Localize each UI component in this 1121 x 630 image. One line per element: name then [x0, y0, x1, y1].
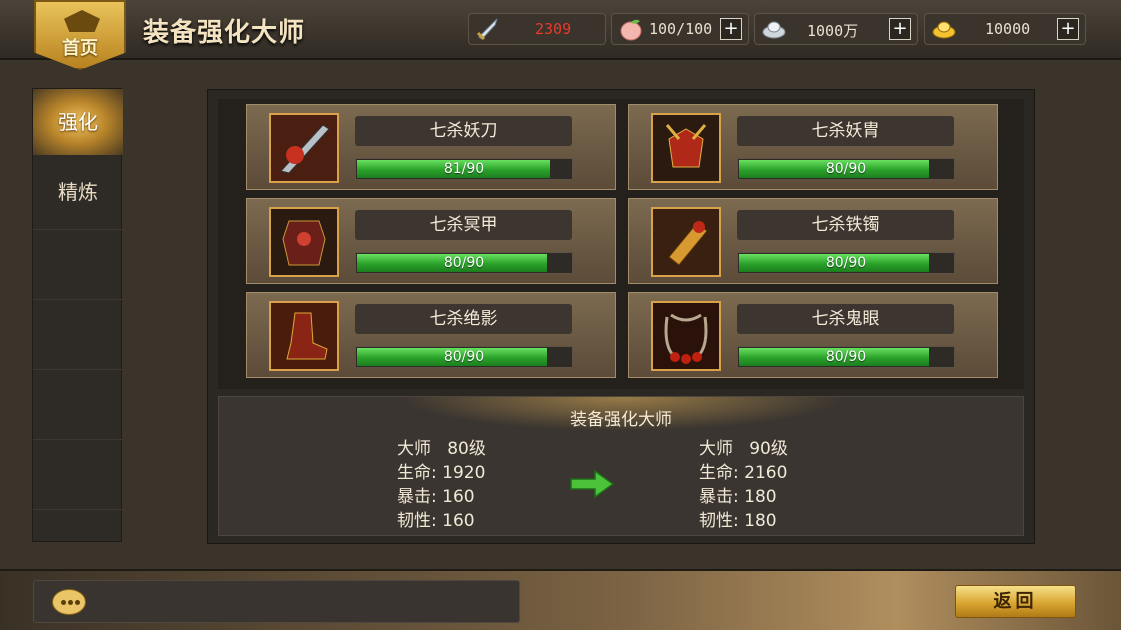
current-hp: 生命: 1920 — [397, 463, 486, 483]
master-title: 装备强化大师 — [570, 410, 672, 430]
home-label: 首页 — [62, 38, 98, 59]
sidebar-divider — [33, 299, 123, 300]
arrow-right-icon — [570, 469, 615, 499]
progress-text: 80/90 — [443, 255, 485, 271]
equipment-card-necklace[interactable]: 七杀鬼眼 80/90 — [628, 292, 998, 378]
chat-bubble-icon[interactable] — [52, 589, 86, 615]
tab-strengthen[interactable]: 强化 — [33, 89, 123, 155]
next-toughness: 韧性: 180 — [699, 511, 777, 531]
tab-refine[interactable]: 精炼 — [33, 159, 123, 225]
strength-progress-bar: 80/90 — [737, 252, 955, 274]
equipment-name: 七杀绝影 — [355, 304, 572, 334]
bracer-icon — [651, 207, 721, 277]
chat-input[interactable] — [33, 580, 520, 623]
back-button[interactable]: 返回 — [955, 585, 1076, 618]
current-crit: 暴击: 160 — [397, 487, 475, 507]
equipment-card-bracer[interactable]: 七杀铁镯 80/90 — [628, 198, 998, 284]
gold-display: 10000 + — [924, 13, 1086, 45]
armor-icon — [269, 207, 339, 277]
sidebar-divider — [33, 369, 123, 370]
progress-text: 81/90 — [443, 161, 485, 177]
equipment-card-saber[interactable]: 七杀妖刀 81/90 — [246, 104, 616, 190]
strength-progress-bar: 80/90 — [737, 346, 955, 368]
next-stats: 大师 90级 生命: 2160 暴击: 180 韧性: 180 — [699, 437, 788, 533]
boots-icon — [269, 301, 339, 371]
equipment-card-armor[interactable]: 七杀冥甲 80/90 — [246, 198, 616, 284]
combat-power-value: 2309 — [535, 20, 572, 38]
progress-text: 80/90 — [825, 349, 867, 365]
equipment-card-boots[interactable]: 七杀绝影 80/90 — [246, 292, 616, 378]
next-level: 大师 90级 — [699, 439, 788, 459]
equipment-name: 七杀铁镯 — [737, 210, 954, 240]
home-icon — [64, 10, 100, 32]
progress-text: 80/90 — [825, 161, 867, 177]
add-gold-button[interactable]: + — [1057, 18, 1079, 40]
gold-value: 10000 — [985, 20, 1031, 38]
add-silver-button[interactable]: + — [889, 18, 911, 40]
strength-progress-bar: 80/90 — [355, 252, 573, 274]
sidebar-divider — [33, 439, 123, 440]
equipment-name: 七杀鬼眼 — [737, 304, 954, 334]
master-panel: 装备强化大师 大师 80级 生命: 1920 暴击: 160 韧性: 160 大… — [218, 396, 1024, 536]
current-stats: 大师 80级 生命: 1920 暴击: 160 韧性: 160 — [397, 437, 486, 533]
helmet-icon — [651, 113, 721, 183]
peach-icon — [620, 19, 642, 41]
next-hp: 生命: 2160 — [699, 463, 788, 483]
progress-text: 80/90 — [443, 349, 485, 365]
equipment-name: 七杀妖刀 — [355, 116, 572, 146]
current-toughness: 韧性: 160 — [397, 511, 475, 531]
page-title: 装备强化大师 — [143, 18, 306, 48]
equipment-name: 七杀冥甲 — [355, 210, 572, 240]
add-stamina-button[interactable]: + — [720, 18, 742, 40]
silver-value: 1000万 — [807, 22, 859, 40]
sword-icon — [476, 18, 498, 41]
strength-progress-bar: 80/90 — [355, 346, 573, 368]
saber-icon — [269, 113, 339, 183]
sidebar-divider — [33, 229, 123, 230]
gold-ingot-icon — [932, 21, 956, 39]
progress-text: 80/90 — [825, 255, 867, 271]
equipment-card-helmet[interactable]: 七杀妖胄 80/90 — [628, 104, 998, 190]
strength-progress-bar: 81/90 — [355, 158, 573, 180]
necklace-icon — [651, 301, 721, 371]
equipment-name: 七杀妖胄 — [737, 116, 954, 146]
stamina-display: 100/100 + — [611, 13, 749, 45]
combat-power-display: 2309 — [468, 13, 606, 45]
current-level: 大师 80级 — [397, 439, 486, 459]
sidebar: 强化 精炼 — [32, 88, 123, 542]
silver-display: 1000万 + — [754, 13, 918, 45]
sidebar-divider — [33, 509, 123, 510]
silver-ingot-icon — [762, 21, 786, 39]
stamina-value: 100/100 — [649, 20, 713, 38]
strength-progress-bar: 80/90 — [737, 158, 955, 180]
next-crit: 暴击: 180 — [699, 487, 777, 507]
